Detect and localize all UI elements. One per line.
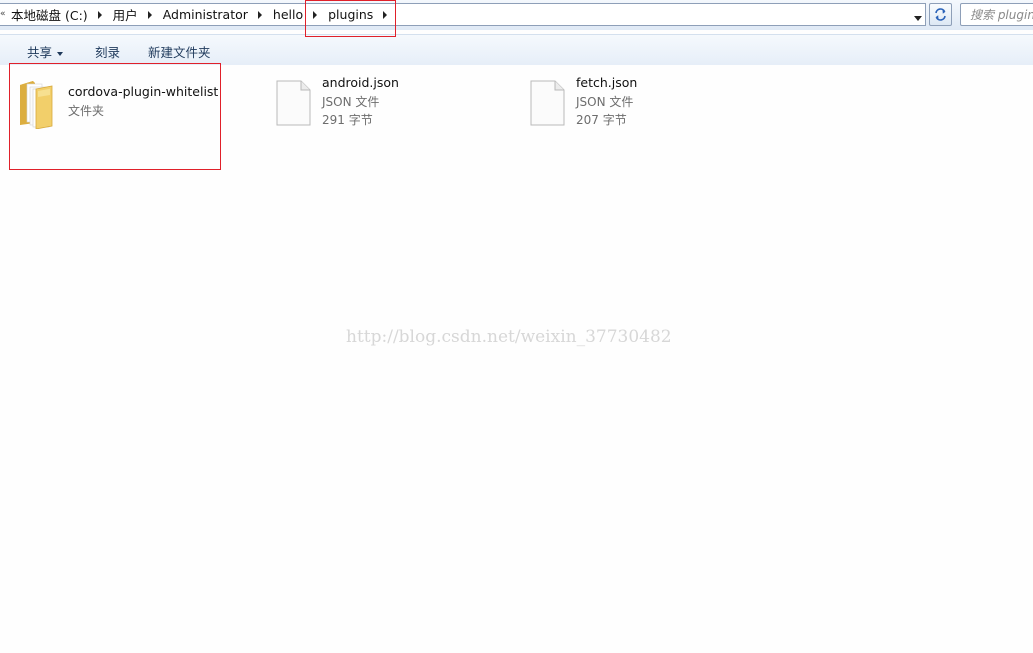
annotation-box-folder <box>9 63 221 170</box>
file-item-fetch-json[interactable]: fetch.json JSON 文件 207 字节 <box>530 75 730 135</box>
file-type: JSON 文件 <box>576 95 634 109</box>
file-size: 291 字节 <box>322 113 373 127</box>
file-name: fetch.json <box>576 75 638 90</box>
breadcrumb-item-c-drive[interactable]: 本地磁盘 (C:) <box>11 5 88 24</box>
document-icon <box>530 80 565 126</box>
file-type: JSON 文件 <box>322 95 380 109</box>
breadcrumb-item-hello[interactable]: hello <box>273 7 303 22</box>
address-bar: « 本地磁盘 (C:) 用户 Administrator hello plugi… <box>0 0 1033 30</box>
file-name: android.json <box>322 75 399 90</box>
chevron-down-icon <box>57 51 64 56</box>
breadcrumb-separator-icon[interactable] <box>97 10 102 19</box>
file-size: 207 字节 <box>576 113 627 127</box>
refresh-button[interactable] <box>929 3 952 26</box>
breadcrumb-separator-icon[interactable] <box>147 10 152 19</box>
file-item-android-json[interactable]: android.json JSON 文件 291 字节 <box>276 75 476 135</box>
annotation-box-plugins <box>305 0 396 37</box>
watermark: http://blog.csdn.net/weixin_37730482 <box>346 327 672 347</box>
refresh-icon <box>935 8 946 21</box>
search-box[interactable] <box>960 3 1033 26</box>
burn-button[interactable]: 刻录 <box>95 42 120 61</box>
breadcrumb[interactable]: « 本地磁盘 (C:) 用户 Administrator hello plugi… <box>0 3 926 26</box>
document-icon <box>276 80 311 126</box>
breadcrumb-item-users[interactable]: 用户 <box>113 5 138 24</box>
address-dropdown-icon[interactable] <box>914 16 922 21</box>
share-button-label: 共享 <box>27 45 53 60</box>
search-input[interactable] <box>961 4 1033 25</box>
history-chevron-icon[interactable]: « <box>0 9 6 19</box>
share-button[interactable]: 共享 <box>27 42 64 61</box>
breadcrumb-separator-icon[interactable] <box>257 10 262 19</box>
new-folder-button[interactable]: 新建文件夹 <box>148 42 211 61</box>
breadcrumb-item-administrator[interactable]: Administrator <box>163 7 248 22</box>
command-bar: 共享 刻录 新建文件夹 <box>0 34 1033 66</box>
